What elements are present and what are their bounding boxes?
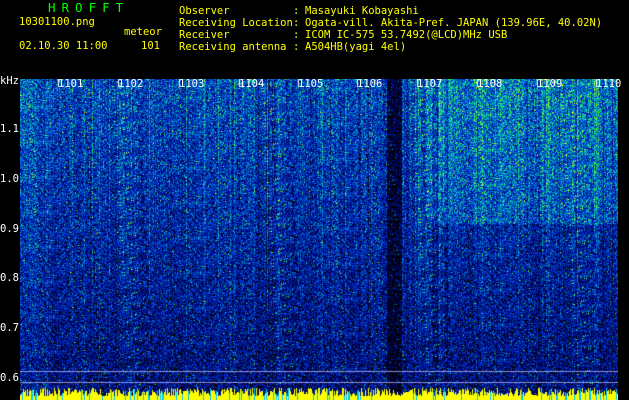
- y-tick-label: 1.1: [0, 123, 19, 135]
- x-tick-label: 1107: [417, 78, 443, 90]
- y-tick-label: 0.9: [0, 223, 19, 235]
- x-tick-label: 1102: [118, 78, 144, 90]
- info-label-receiver: Receiver: [179, 29, 230, 41]
- y-axis-unit: kHz: [0, 75, 19, 87]
- info-value-observer: Masayuki Kobayashi: [305, 5, 419, 17]
- y-tick-label: 1.0: [0, 173, 19, 185]
- y-tick-label: 0.8: [0, 272, 19, 284]
- info-label-location: Receiving Location: [179, 17, 293, 29]
- x-tick-label: 1101: [58, 78, 84, 90]
- datetime: 02.10.30 11:00: [19, 40, 108, 52]
- x-tick-label: 1109: [537, 78, 563, 90]
- x-tick-label: 1105: [298, 78, 324, 90]
- info-sep: :: [293, 29, 300, 41]
- x-tick-label: 1104: [239, 78, 265, 90]
- x-tick-label: 1108: [477, 78, 503, 90]
- x-tick-label: 1106: [357, 78, 383, 90]
- x-tick-label: 1110: [596, 78, 622, 90]
- info-value-receiver: ICOM IC-575 53.7492(@LCD)MHz USB: [305, 29, 508, 41]
- count: 101: [141, 40, 160, 52]
- info-label-antenna: Receiving antenna: [179, 41, 287, 53]
- info-sep: :: [293, 5, 300, 17]
- info-value-location: Ogata-vill. Akita-Pref. JAPAN (139.96E, …: [305, 17, 603, 29]
- spectrogram: [20, 79, 618, 400]
- y-tick-label: 0.6: [0, 372, 19, 384]
- brand-title: HROFFT: [48, 0, 130, 15]
- y-tick-label: 0.7: [0, 322, 19, 334]
- spectrogram-canvas: [20, 79, 618, 400]
- filename: 10301100.png: [19, 16, 95, 28]
- info-sep: :: [293, 41, 300, 53]
- info-value-antenna: A504HB(yagi 4el): [305, 41, 407, 53]
- mode-label: meteor: [124, 26, 162, 38]
- info-label-observer: Observer: [179, 5, 230, 17]
- x-tick-label: 1103: [179, 78, 205, 90]
- info-sep: :: [293, 17, 300, 29]
